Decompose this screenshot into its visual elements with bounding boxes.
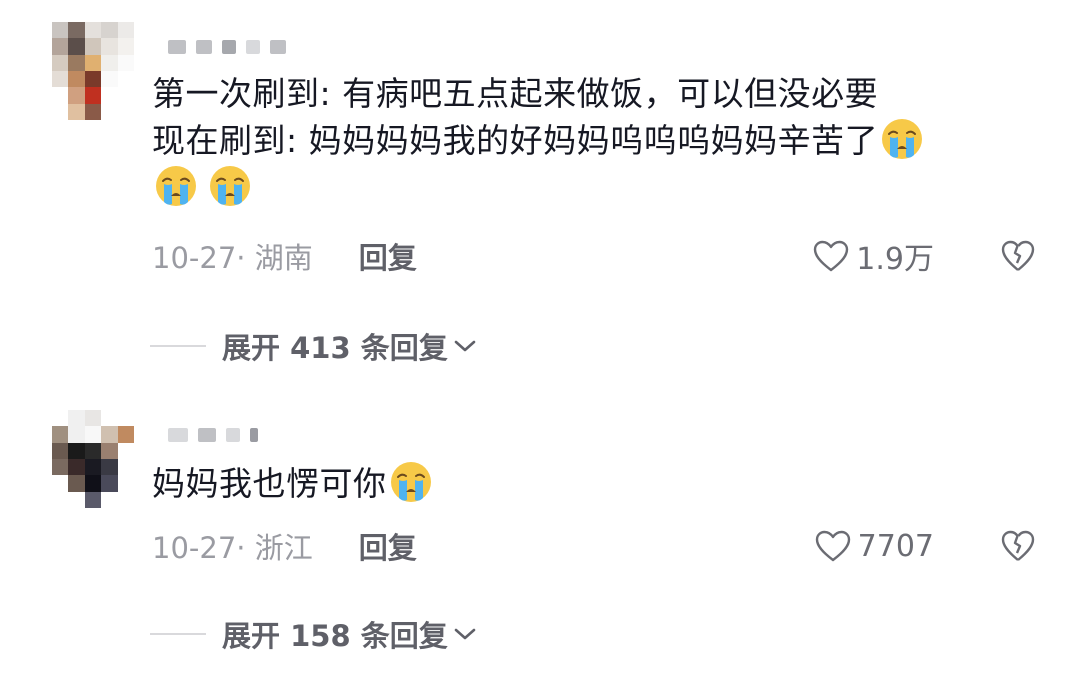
expand-replies-label: 展开 158 条回复 bbox=[222, 619, 448, 653]
comment-meta: 10-27· 浙江 回复 bbox=[152, 526, 417, 566]
crying-face-icon bbox=[154, 164, 198, 208]
like-count: 1.9万 bbox=[856, 242, 934, 277]
date-location: 10-27· 浙江 bbox=[152, 531, 313, 565]
crying-face-icon bbox=[389, 460, 433, 504]
broken-heart-icon bbox=[1001, 530, 1035, 561]
comment-meta: 10-27· 湖南 回复 bbox=[152, 236, 417, 276]
like-button[interactable]: 1.9万 bbox=[812, 236, 934, 277]
comment-text-line: 第一次刷到: 有病吧五点起来做饭，可以但没必要 bbox=[152, 74, 879, 113]
date-location: 10-27· 湖南 bbox=[152, 241, 313, 275]
expand-replies-button[interactable]: 展开 413 条回复 bbox=[150, 326, 478, 366]
divider-line bbox=[150, 633, 206, 635]
chevron-down-icon bbox=[454, 340, 476, 352]
comment-text: 第一次刷到: 有病吧五点起来做饭，可以但没必要 现在刷到: 妈妈妈妈我的好妈妈呜… bbox=[152, 70, 1042, 211]
crying-face-icon bbox=[208, 164, 252, 208]
divider-line bbox=[150, 345, 206, 347]
comment-text-line: 现在刷到: 妈妈妈妈我的好妈妈呜呜呜妈妈辛苦了 bbox=[152, 117, 1042, 164]
username-blurred[interactable] bbox=[168, 38, 286, 56]
reply-button[interactable]: 回复 bbox=[359, 525, 417, 567]
dislike-button[interactable] bbox=[1000, 236, 1038, 276]
crying-face-icon bbox=[880, 117, 924, 161]
username-blurred[interactable] bbox=[168, 426, 258, 444]
dislike-button[interactable] bbox=[1000, 526, 1038, 566]
comment-text: 妈妈我也愣可你 bbox=[152, 460, 1042, 507]
comment-text-line: 妈妈我也愣可你 bbox=[152, 460, 1042, 507]
heart-outline-icon bbox=[814, 240, 849, 272]
avatar[interactable] bbox=[52, 410, 134, 508]
like-button[interactable]: 7707 bbox=[814, 526, 934, 566]
broken-heart-icon bbox=[1001, 240, 1035, 271]
chevron-down-icon bbox=[454, 628, 476, 640]
like-count: 7707 bbox=[857, 528, 934, 564]
reply-button[interactable]: 回复 bbox=[359, 235, 417, 277]
expand-replies-label: 展开 413 条回复 bbox=[222, 331, 448, 365]
heart-outline-icon bbox=[815, 530, 850, 562]
avatar[interactable] bbox=[52, 22, 134, 120]
emoji-row bbox=[152, 164, 1042, 211]
expand-replies-button[interactable]: 展开 158 条回复 bbox=[150, 614, 478, 654]
